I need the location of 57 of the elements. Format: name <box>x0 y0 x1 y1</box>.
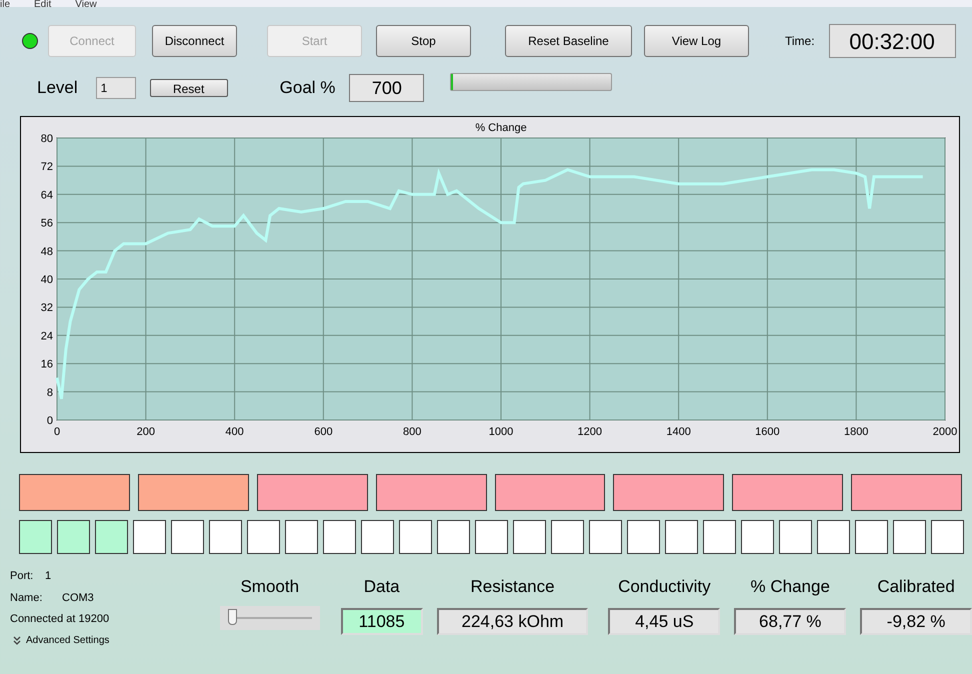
info-label: Port: <box>10 569 34 584</box>
goal-field[interactable]: 700 <box>349 74 424 102</box>
level-field[interactable]: 1 <box>96 77 136 99</box>
y-tick-label: 8 <box>46 386 53 399</box>
x-tick-label: 600 <box>314 426 333 438</box>
menu-item[interactable]: Edit <box>34 0 52 7</box>
reading-label: Conductivity <box>618 576 711 598</box>
x-tick-label: 1400 <box>666 426 691 438</box>
x-tick-label: 1800 <box>844 426 868 438</box>
smooth-label: Smooth <box>240 576 300 598</box>
menu-item[interactable]: View <box>75 0 97 7</box>
reading-value: 224,63 kOhm <box>436 608 588 634</box>
info-value: COM3 <box>62 590 94 606</box>
double-chevron-icon <box>13 636 21 644</box>
info-label: Name: <box>10 590 44 606</box>
toolbar-button[interactable]: Stop <box>376 25 471 57</box>
x-tick-label: 200 <box>136 426 155 438</box>
reading-label: Calibrated <box>877 576 955 598</box>
y-tick-label: 64 <box>40 189 53 202</box>
time-label: Time: <box>785 33 815 50</box>
x-tick-label: 2000 <box>932 426 958 438</box>
y-tick-label: 40 <box>40 274 53 286</box>
time-display: 00:32:00 <box>828 24 956 58</box>
toolbar-button[interactable]: Reset Baseline <box>505 25 632 57</box>
smooth-slider[interactable] <box>220 606 320 630</box>
y-tick-label: 80 <box>40 133 53 145</box>
advanced-settings-toggle[interactable]: Advanced Settings <box>10 632 220 648</box>
x-tick-label: 800 <box>403 426 422 438</box>
reading-label: % Change <box>750 576 830 598</box>
toolbar-button[interactable]: Disconnect <box>152 25 237 57</box>
x-tick-label: 0 <box>54 426 60 438</box>
reading-value: 4,45 uS <box>608 608 720 634</box>
level-label: Level <box>37 77 78 100</box>
reading-label: Data <box>364 576 400 598</box>
x-tick-label: 1200 <box>578 426 602 438</box>
info-value: 1 <box>45 569 52 584</box>
reading-label: Resistance <box>470 576 555 598</box>
x-tick-label: 1600 <box>755 426 780 438</box>
goal-label: Goal % <box>280 77 336 100</box>
menu-item[interactable]: ile <box>0 0 10 7</box>
x-tick-label: 1000 <box>488 426 514 438</box>
slider-thumb[interactable] <box>228 608 237 624</box>
y-tick-label: 0 <box>46 415 53 427</box>
chart-title: % Change <box>475 122 527 134</box>
y-tick-label: 16 <box>40 358 53 371</box>
toolbar-button[interactable]: View Log <box>644 25 749 57</box>
reading-value: -9,82 % <box>860 608 972 634</box>
reset-button[interactable]: Reset <box>150 79 228 97</box>
reading-value: 68,77 % <box>734 608 846 634</box>
x-tick-label: 400 <box>225 426 244 438</box>
reading-value: 11085 <box>340 608 423 634</box>
y-tick-label: 48 <box>40 246 53 258</box>
y-tick-label: 32 <box>40 302 53 314</box>
y-tick-label: 24 <box>40 330 53 342</box>
y-tick-label: 72 <box>40 161 53 174</box>
y-tick-label: 56 <box>40 218 53 230</box>
connection-status: Connected at 19200 <box>10 612 110 627</box>
